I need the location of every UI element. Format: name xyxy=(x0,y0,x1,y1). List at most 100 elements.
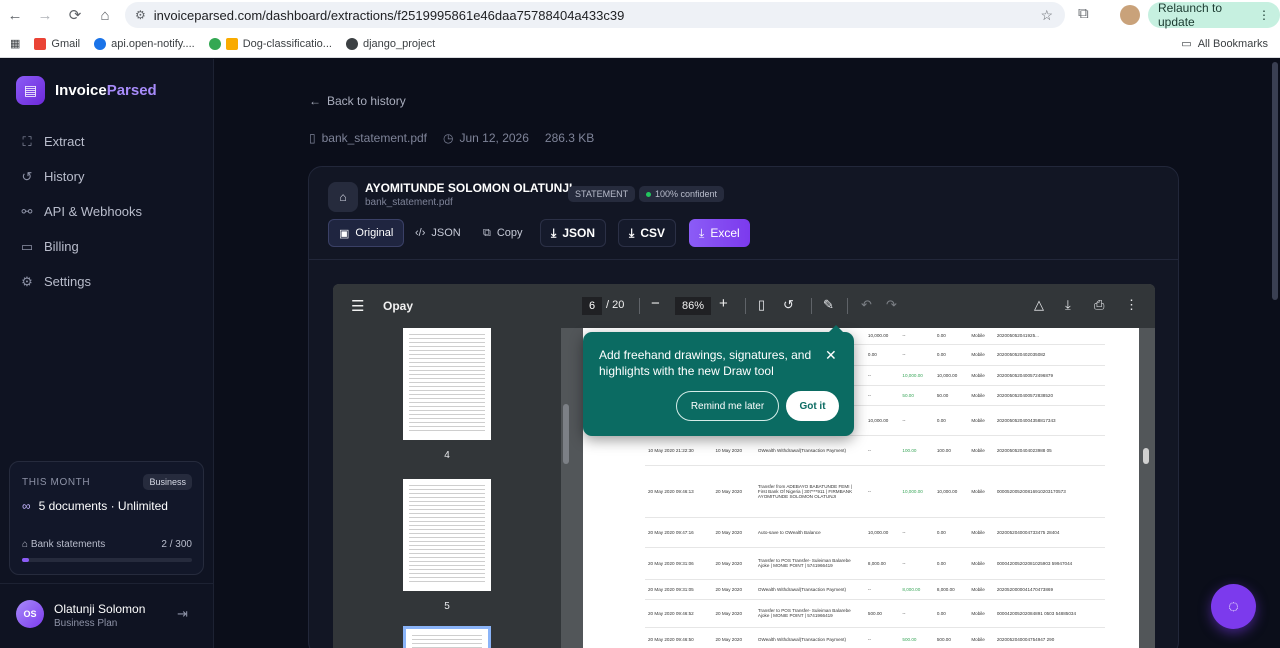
zoom-out-icon[interactable]: − xyxy=(651,295,660,312)
got-it-button[interactable]: Got it xyxy=(786,391,839,421)
home-icon[interactable]: ⌂ xyxy=(90,0,120,30)
thumbnail-scrollbar[interactable] xyxy=(563,404,569,464)
infinity-icon: ∞ xyxy=(22,499,31,513)
sidebar: ▤ InvoiceParsed ⛶ Extract ↺ History ⚯ API &… xyxy=(0,59,214,648)
table-cell: Mobile xyxy=(968,435,994,466)
bookmark-dog[interactable]: Dog-classificatio... xyxy=(208,37,332,50)
avatar[interactable]: OS xyxy=(16,600,44,628)
all-bookmarks[interactable]: ▭ All Bookmarks xyxy=(1181,37,1268,51)
page-scrollbar[interactable] xyxy=(1143,448,1149,464)
bookmark-api[interactable]: api.open-notify.... xyxy=(94,37,195,50)
rotate-icon[interactable]: ↺ xyxy=(783,297,794,313)
back-arrow-icon[interactable]: ← xyxy=(0,0,30,30)
table-cell: 10 May 2020 xyxy=(712,435,755,466)
table-cell: 20 May 2020 09:31:06 xyxy=(645,547,713,580)
more-vert-icon[interactable]: ⋮ xyxy=(1125,297,1138,313)
download-json-button[interactable]: ⤓ JSON xyxy=(540,219,606,247)
sidebar-item-history[interactable]: ↺ History xyxy=(0,159,214,194)
table-cell: 50.00 xyxy=(899,385,934,406)
table-row: 10 May 2020 21:22:30 10 May 2020 OWealth W… xyxy=(645,435,1105,466)
profile-avatar[interactable] xyxy=(1120,5,1140,25)
table-cell: Mobile xyxy=(968,599,994,628)
table-cell: 20200505204004358817343 xyxy=(993,405,1105,436)
sidebar-item-extract[interactable]: ⛶ Extract xyxy=(0,124,214,159)
thumbnail-page-5[interactable] xyxy=(403,479,491,591)
drive-icon[interactable]: △ xyxy=(1034,297,1044,313)
table-cell: -- xyxy=(864,579,900,600)
sidebar-item-settings[interactable]: ⚙ Settings xyxy=(0,264,214,299)
address-bar[interactable]: ⚙ invoiceparsed.com/dashboard/extraction… xyxy=(125,2,1065,28)
file-meta: ▯ bank_statement.pdf ◷ Jun 12, 2026 286.3 … xyxy=(309,131,594,145)
back-to-history-link[interactable]: ← Back to history xyxy=(309,94,406,108)
file-date: ◷ Jun 12, 2026 xyxy=(443,131,529,145)
logout-icon[interactable]: ⇥ xyxy=(177,606,188,622)
chat-button[interactable]: ◌ xyxy=(1211,584,1256,629)
user-panel: OS Olatunji Solomon Business Plan ⇥ xyxy=(0,583,214,648)
table-cell: 0.00 xyxy=(933,517,969,548)
table-cell: 20 May 2020 09:46:50 xyxy=(645,627,713,648)
download-icon[interactable]: ⤓ xyxy=(1065,297,1071,313)
table-cell: 20 May 2020 xyxy=(712,465,755,518)
table-cell: 0.00 xyxy=(933,599,969,628)
download-icon: ⤓ xyxy=(629,225,635,240)
sidebar-item-billing[interactable]: ▭ Billing xyxy=(0,229,214,264)
relaunch-button[interactable]: Relaunch to update ⋮ xyxy=(1148,1,1280,29)
table-cell: 2020520000041470473869 xyxy=(993,579,1105,600)
arrow-left-icon: ← xyxy=(309,94,321,108)
menu-icon[interactable]: ☰ xyxy=(351,297,364,315)
redo-icon[interactable]: ↷ xyxy=(886,297,897,313)
thumbnail-page-6[interactable] xyxy=(403,626,491,648)
close-icon[interactable]: ✕ xyxy=(825,347,837,364)
reload-icon[interactable]: ⟳ xyxy=(60,0,90,30)
popup-text: Add freehand drawings, signatures, and h… xyxy=(599,348,812,378)
page-number-input[interactable]: 6 xyxy=(582,297,602,315)
zoom-in-icon[interactable]: + xyxy=(719,295,728,312)
table-cell: 20 May 2020 xyxy=(712,627,755,648)
gear-icon: ⚙ xyxy=(21,273,33,289)
table-cell: 202005052041925... xyxy=(993,328,1105,345)
remind-later-button[interactable]: Remind me later xyxy=(676,391,779,421)
brand[interactable]: ▤ InvoiceParsed xyxy=(16,76,157,105)
site-info-icon[interactable]: ⚙ xyxy=(135,8,146,22)
confidence-badge: 100% confident xyxy=(639,186,725,202)
undo-icon[interactable]: ↶ xyxy=(861,297,872,313)
zoom-level[interactable]: 86% xyxy=(675,297,711,315)
extensions-icon[interactable]: ⧉ xyxy=(1078,5,1089,22)
window-scrollbar[interactable] xyxy=(1272,62,1278,300)
table-cell: 100.00 xyxy=(933,435,969,466)
table-cell: 0.00 xyxy=(933,405,969,436)
table-row: 20 May 2020 09:46:52 20 May 2020 Transfer … xyxy=(645,599,1105,628)
table-cell: -- xyxy=(864,365,900,386)
bank-icon: ⌂ xyxy=(22,539,31,550)
forward-arrow-icon[interactable]: → xyxy=(30,0,60,30)
apps-grid-icon[interactable]: ▦ xyxy=(10,37,20,50)
bookmark-django[interactable]: django_project xyxy=(345,37,435,50)
draw-icon[interactable]: ✎ xyxy=(823,297,834,313)
usage-summary: ∞ 5 documents · Unlimited xyxy=(22,499,168,513)
divider xyxy=(639,298,640,314)
bookmark-star-icon[interactable]: ☆ xyxy=(1040,7,1053,24)
table-cell: Transfer to POS Transfer- Suleiman Balar… xyxy=(754,599,865,628)
table-cell: 10 May 2020 21:22:30 xyxy=(645,435,713,466)
url-text: invoiceparsed.com/dashboard/extractions/… xyxy=(153,7,625,23)
tab-original[interactable]: ▣ Original xyxy=(328,219,405,247)
table-cell: 10,000.00 xyxy=(933,465,969,518)
globe-icon xyxy=(94,37,107,50)
user-plan: Business Plan xyxy=(54,618,118,629)
print-icon[interactable]: ⎙ xyxy=(1094,297,1104,313)
table-cell: -- xyxy=(899,599,934,628)
chat-bubble-icon: ◌ xyxy=(1228,596,1239,616)
card-icon: ▭ xyxy=(20,238,34,254)
thumbnail-page-4[interactable] xyxy=(403,328,491,440)
table-cell: 2020052040004733475 28404 xyxy=(993,517,1105,548)
download-excel-button[interactable]: ⤓ Excel xyxy=(689,219,750,247)
sidebar-item-api[interactable]: ⚯ API & Webhooks xyxy=(0,194,214,229)
table-cell: 0.00 xyxy=(933,328,969,345)
copy-button[interactable]: ⧉ Copy xyxy=(473,219,533,247)
fit-page-icon[interactable]: ▯ xyxy=(758,297,765,313)
tab-json[interactable]: ‹/› JSON xyxy=(405,219,471,247)
download-csv-button[interactable]: ⤓ CSV xyxy=(618,219,676,247)
bookmark-gmail[interactable]: Gmail xyxy=(34,37,80,50)
table-cell: -- xyxy=(864,435,900,466)
table-cell: 20 May 2020 xyxy=(712,579,755,600)
